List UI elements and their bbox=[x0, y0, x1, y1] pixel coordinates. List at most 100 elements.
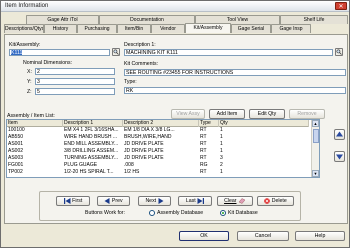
grid-header: Item Description 1 Description 2 Type Qt… bbox=[7, 120, 309, 127]
cell-qty: 1 bbox=[220, 147, 223, 154]
cell-description2: JD DRIVE PLATE bbox=[124, 147, 164, 154]
cell-qty: 1 bbox=[220, 141, 223, 147]
item-information-window: Item Information ✕ Gage Attr /Tol Docume… bbox=[0, 0, 350, 248]
tab-documentation[interactable]: Documentation bbox=[99, 15, 195, 24]
kit-assembly-label: Kit/Assembly: bbox=[9, 42, 41, 48]
last-record-icon bbox=[197, 197, 205, 204]
kit-assembly-value: K111 bbox=[11, 50, 23, 56]
table-row[interactable]: AS001 END MILL ASSEMBLY... JD DRIVE PLATE R… bbox=[7, 141, 309, 148]
ok-button[interactable]: OK bbox=[179, 231, 229, 241]
column-header-qty[interactable]: Qty bbox=[219, 120, 309, 127]
scroll-thumb[interactable] bbox=[313, 129, 319, 143]
kit-database-radio[interactable] bbox=[220, 210, 226, 216]
table-row[interactable]: FG001 PLUG GUAGE .008 RG 2 bbox=[7, 162, 309, 169]
first-button-label: First bbox=[72, 198, 83, 204]
next-button-label: Next bbox=[145, 198, 157, 204]
cell-qty: 3 bbox=[220, 154, 223, 161]
buttons-work-for-label: Buttons Work for: bbox=[85, 210, 125, 216]
delete-button-label: Delete bbox=[271, 198, 287, 204]
next-button[interactable]: Next bbox=[138, 196, 171, 206]
x-label: X: bbox=[27, 69, 32, 75]
x-dimension-input[interactable]: 2 bbox=[35, 68, 115, 75]
column-header-item[interactable]: Item bbox=[7, 120, 63, 127]
table-row[interactable]: AS003 TURNING ASSEMBLY... JD DRIVE PLATE RT… bbox=[7, 155, 309, 162]
last-button-label: Last bbox=[185, 198, 196, 204]
prev-button[interactable]: Prev bbox=[97, 196, 130, 206]
table-row[interactable]: AS002 3/8 DRILLING ASSEM... JD DRIVE PLATE… bbox=[7, 148, 309, 155]
nominal-dimensions-label: Nominal Dimensions: bbox=[23, 60, 73, 66]
column-header-description2[interactable]: Description 2 bbox=[123, 120, 199, 127]
cell-type: RT bbox=[200, 127, 207, 134]
cell-qty: 2 bbox=[220, 161, 223, 168]
clear-button-label: Clear bbox=[224, 198, 237, 204]
cell-description1: WIRE HAND BRUSH ... bbox=[64, 134, 118, 141]
cell-item: AS002 bbox=[8, 147, 24, 154]
cell-qty: 1 bbox=[220, 127, 223, 134]
cell-qty: 1 bbox=[220, 168, 223, 175]
cell-type: RT bbox=[200, 134, 207, 141]
cell-item: AS003 bbox=[8, 154, 24, 161]
kit-assembly-input[interactable]: K111 bbox=[9, 49, 110, 56]
tab-gage-serial[interactable]: Gage Serial bbox=[231, 24, 271, 33]
scroll-down-icon[interactable]: ▼ bbox=[312, 170, 319, 177]
help-button[interactable]: Help bbox=[295, 231, 345, 241]
tab-descriptions-qtys[interactable]: Descriptions/Qtys bbox=[4, 24, 44, 33]
scroll-up-icon[interactable]: ▲ bbox=[312, 120, 319, 127]
cell-type: RG bbox=[200, 161, 208, 168]
cell-item: AB550 bbox=[8, 134, 24, 141]
y-label: Y: bbox=[27, 79, 32, 85]
view-assy-button[interactable]: View Assy bbox=[171, 109, 205, 119]
description1-field[interactable]: MACHINING KIT K111 bbox=[124, 49, 333, 56]
cell-description1: 1/2-20 HS SPIRAL T... bbox=[64, 168, 114, 175]
cell-type: RT bbox=[200, 168, 207, 175]
z-dimension-input[interactable]: 5 bbox=[35, 88, 115, 95]
tab-history[interactable]: History bbox=[44, 24, 77, 33]
table-row[interactable]: AB550 WIRE HAND BRUSH ... BRUSH,WIRE,HAND R… bbox=[7, 134, 309, 141]
eraser-icon bbox=[238, 197, 246, 204]
tab-purchasing[interactable]: Purchasing bbox=[77, 24, 117, 33]
cell-description2: JD DRIVE PLATE bbox=[124, 154, 164, 161]
move-down-button[interactable] bbox=[334, 151, 345, 162]
cell-description1: EM X4 1 2FL 3/16SHA... bbox=[64, 127, 119, 134]
kit-comments-field[interactable]: SEE ROUTING #23455 FOR INSTRUCTIONS bbox=[124, 69, 346, 76]
column-header-type[interactable]: Type bbox=[199, 120, 219, 127]
kit-search-button[interactable] bbox=[112, 48, 120, 56]
add-item-button[interactable]: Add Item bbox=[209, 109, 245, 119]
window-title: Item Information bbox=[5, 3, 49, 9]
table-row[interactable]: TP002 1/2-20 HS SPIRAL T... 1/2 HS RT 1 bbox=[7, 169, 309, 176]
cell-item: TP002 bbox=[8, 168, 23, 175]
first-record-icon bbox=[63, 197, 71, 204]
description-search-button[interactable] bbox=[335, 48, 343, 56]
cancel-button[interactable]: Cancel bbox=[237, 231, 289, 241]
tab-gage-attr-tol[interactable]: Gage Attr /Tol bbox=[26, 15, 99, 24]
tab-row-upper: Gage Attr /Tol Documentation Tool View S… bbox=[4, 15, 348, 24]
cell-description2: .008 bbox=[124, 161, 134, 168]
delete-button[interactable]: Delete bbox=[257, 196, 294, 206]
tab-shelf-life[interactable]: Shelf Life bbox=[280, 15, 348, 24]
type-label: Type: bbox=[124, 79, 137, 85]
y-dimension-input[interactable]: 3 bbox=[35, 78, 115, 85]
cell-item: AS001 bbox=[8, 141, 24, 147]
last-button[interactable]: Last bbox=[178, 196, 212, 206]
vertical-scrollbar[interactable]: ▲ ▼ bbox=[311, 120, 319, 177]
cell-type: RT bbox=[200, 141, 207, 147]
cell-description1: TURNING ASSEMBLY... bbox=[64, 154, 118, 161]
column-header-description1[interactable]: Description 1 bbox=[63, 120, 123, 127]
remove-button[interactable]: Remove bbox=[289, 109, 325, 119]
edit-qty-button[interactable]: Edit Qty bbox=[249, 109, 285, 119]
assembly-database-radio[interactable] bbox=[149, 210, 155, 216]
arrow-down-icon bbox=[336, 154, 343, 160]
tab-kit-assembly[interactable]: Kit/Assembly bbox=[185, 23, 231, 33]
type-field[interactable]: RK bbox=[124, 87, 346, 94]
move-up-button[interactable] bbox=[334, 129, 345, 140]
tab-item-bin[interactable]: Item/Bin bbox=[117, 24, 151, 33]
clear-button[interactable]: Clear bbox=[217, 196, 253, 206]
cell-description2: BRUSH,WIRE,HAND bbox=[124, 134, 172, 141]
close-icon[interactable]: ✕ bbox=[335, 2, 347, 10]
first-button[interactable]: First bbox=[56, 196, 90, 206]
table-row[interactable]: 100100 EM X4 1 2FL 3/16SHA... EM 1/8 DIA X… bbox=[7, 127, 309, 134]
tab-vendor[interactable]: Vendor bbox=[151, 24, 185, 33]
cell-description1: 3/8 DRILLING ASSEM... bbox=[64, 147, 119, 154]
tab-gage-insp[interactable]: Gage Insp bbox=[271, 24, 311, 33]
assembly-item-grid[interactable]: Item Description 1 Description 2 Type Qt… bbox=[6, 119, 320, 178]
